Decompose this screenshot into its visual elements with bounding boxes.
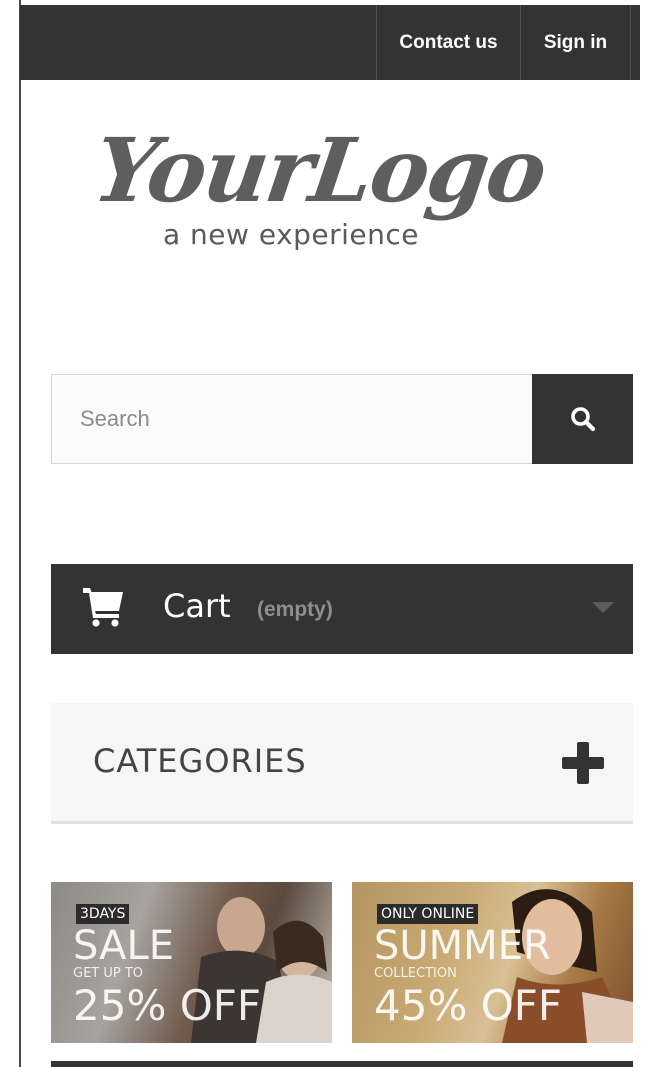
footer-bar-edge	[51, 1061, 633, 1067]
search-icon	[570, 407, 595, 432]
banner-badge: 3DAYS	[76, 904, 130, 924]
plus-icon[interactable]	[562, 742, 604, 784]
contact-us-link[interactable]: Contact us	[377, 5, 520, 80]
search-input[interactable]	[51, 374, 560, 464]
categories-block[interactable]: CATEGORIES	[51, 703, 633, 824]
search-button[interactable]	[532, 374, 633, 464]
cart-status: (empty)	[257, 598, 333, 621]
banner-subline: COLLECTION	[374, 966, 457, 981]
logo-script-text: YourLogo	[87, 118, 552, 222]
banner-badge: ONLY ONLINE	[377, 904, 479, 924]
page-left-margin	[0, 0, 20, 1067]
page-left-border	[19, 0, 21, 1067]
chevron-down-icon[interactable]	[592, 602, 614, 613]
banner-offer: 25% OFF	[73, 981, 262, 1030]
banner-offer: 45% OFF	[374, 981, 563, 1030]
banner-headline: SALE	[73, 923, 175, 969]
nav-divider	[630, 5, 631, 80]
banner-subline: GET UP TO	[73, 966, 144, 981]
cart-block[interactable]: Cart (empty)	[51, 564, 633, 654]
promo-banner-sale[interactable]: 3DAYS SALE GET UP TO 25% OFF	[51, 882, 332, 1043]
top-nav-bar: Contact us Sign in	[20, 5, 640, 80]
cart-icon	[83, 588, 123, 627]
banner-headline: SUMMER	[374, 923, 551, 969]
categories-title: CATEGORIES	[93, 742, 307, 780]
sign-in-link[interactable]: Sign in	[521, 5, 630, 80]
cart-label: Cart	[163, 587, 231, 625]
search-form	[51, 374, 633, 464]
promo-banner-summer[interactable]: ONLY ONLINE SUMMER COLLECTION 45% OFF	[352, 882, 633, 1043]
site-logo[interactable]: YourLogo a new experience	[88, 118, 575, 268]
logo-tagline: a new experience	[163, 218, 420, 251]
